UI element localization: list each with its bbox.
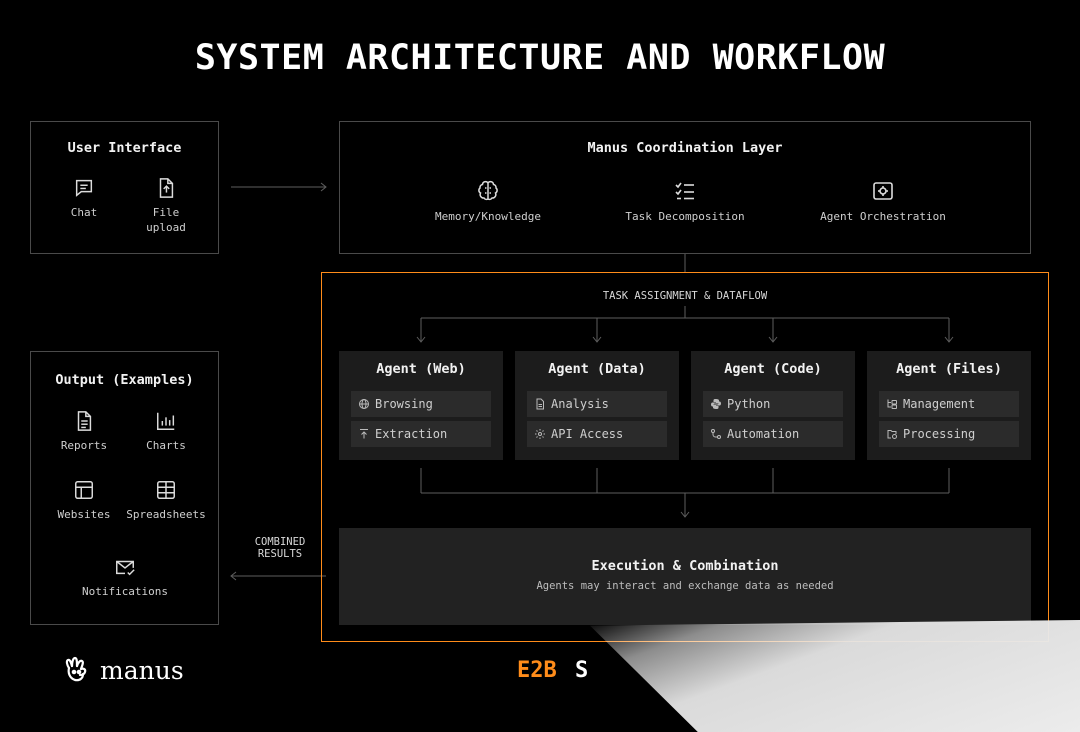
folder-sync-icon	[887, 430, 897, 439]
spreadsheet-icon	[157, 481, 175, 499]
workflow-icon	[711, 429, 721, 439]
agent-capability: Automation	[703, 421, 843, 447]
capability-label: Analysis	[551, 397, 609, 411]
manus-hand-icon	[65, 656, 87, 682]
memory-knowledge-item[interactable]: Memory/Knowledge	[418, 179, 558, 224]
task-decomposition-label: Task Decomposition	[625, 210, 745, 223]
capability-label: Python	[727, 397, 771, 411]
notifications-item[interactable]: Notifications	[75, 556, 175, 599]
coordination-title: Manus Coordination Layer	[587, 140, 783, 156]
agent-card-web[interactable]: Agent (Web) Browsing Extraction	[339, 351, 503, 460]
agent-capability: Analysis	[527, 391, 667, 417]
capability-label: API Access	[551, 427, 624, 441]
memory-knowledge-label: Memory/Knowledge	[435, 210, 541, 223]
combined-results-label: COMBINED RESULTS	[240, 536, 320, 560]
output-box: Output (Examples) Reports Charts Website…	[30, 351, 219, 625]
mail-check-icon	[116, 560, 135, 576]
file-upload-item[interactable]: File upload	[136, 177, 196, 235]
task-decomposition-item[interactable]: Task Decomposition	[615, 179, 755, 224]
charts-item[interactable]: Charts	[133, 410, 199, 453]
agent-capability: Python	[703, 391, 843, 417]
checklist-icon	[675, 182, 694, 200]
agent-card-data[interactable]: Agent (Data) Analysis API Access	[515, 351, 679, 460]
agent-card-files[interactable]: Agent (Files) Management Processing	[867, 351, 1031, 460]
reports-item[interactable]: Reports	[51, 410, 117, 453]
spreadsheets-label: Spreadsheets	[126, 508, 206, 521]
agent-capability: Extraction	[351, 421, 491, 447]
coordination-layer-box: Manus Coordination Layer Memory/Knowledg…	[339, 121, 1031, 254]
user-interface-title: User Interface	[67, 140, 182, 156]
charts-label: Charts	[146, 439, 186, 452]
chat-item[interactable]: Chat	[56, 177, 112, 220]
agent-title: Agent (Code)	[724, 361, 822, 377]
execution-box: Execution & Combination Agents may inter…	[339, 528, 1031, 625]
python-icon	[711, 399, 721, 409]
combined-results-line1: COMBINED	[254, 536, 306, 548]
report-icon	[77, 411, 92, 431]
notifications-label: Notifications	[81, 585, 169, 598]
brain-icon	[478, 180, 498, 201]
agent-capability: Management	[879, 391, 1019, 417]
capability-label: Processing	[903, 427, 976, 441]
spreadsheets-item[interactable]: Spreadsheets	[123, 479, 209, 522]
websites-label: Websites	[57, 508, 111, 521]
e2b-logo: E2B	[517, 658, 557, 683]
extract-icon	[360, 429, 368, 439]
output-title: Output (Examples)	[55, 372, 194, 388]
execution-subtitle: Agents may interact and exchange data as…	[536, 580, 834, 592]
file-upload-label-2: upload	[146, 221, 186, 234]
file-upload-icon	[159, 178, 174, 198]
capability-label: Management	[903, 397, 976, 411]
dataflow-label: TASK ASSIGNMENT & DATAFLOW	[560, 290, 810, 302]
chat-label: Chat	[70, 206, 98, 219]
manus-brand: manus	[100, 655, 184, 685]
gear-icon	[535, 429, 545, 439]
manus-logo: manus	[62, 654, 184, 686]
combined-results-line2: RESULTS	[257, 548, 303, 560]
agent-title: Agent (Web)	[376, 361, 466, 377]
globe-icon	[359, 399, 369, 409]
reports-label: Reports	[60, 439, 108, 452]
e2b-suffix: S	[575, 658, 589, 683]
folder-tree-icon	[887, 399, 897, 409]
agent-title: Agent (Data)	[548, 361, 646, 377]
user-interface-box: User Interface Chat File upload	[30, 121, 219, 254]
capability-label: Extraction	[375, 427, 448, 441]
websites-item[interactable]: Websites	[51, 479, 117, 522]
agent-orchestration-item[interactable]: Agent Orchestration	[807, 179, 959, 224]
orchestration-icon	[873, 182, 893, 200]
bar-chart-icon	[157, 412, 175, 430]
chat-icon	[75, 179, 93, 197]
capability-label: Browsing	[375, 397, 433, 411]
execution-title: Execution & Combination	[591, 558, 779, 574]
agent-capability: Processing	[879, 421, 1019, 447]
capability-label: Automation	[727, 427, 800, 441]
agent-capability: Browsing	[351, 391, 491, 417]
agent-title: Agent (Files)	[896, 361, 1002, 377]
agent-orchestration-label: Agent Orchestration	[820, 210, 946, 223]
document-icon	[536, 398, 544, 410]
agent-capability: API Access	[527, 421, 667, 447]
website-icon	[75, 481, 93, 499]
agent-card-code[interactable]: Agent (Code) Python Automation	[691, 351, 855, 460]
file-upload-label-1: File	[152, 206, 180, 219]
